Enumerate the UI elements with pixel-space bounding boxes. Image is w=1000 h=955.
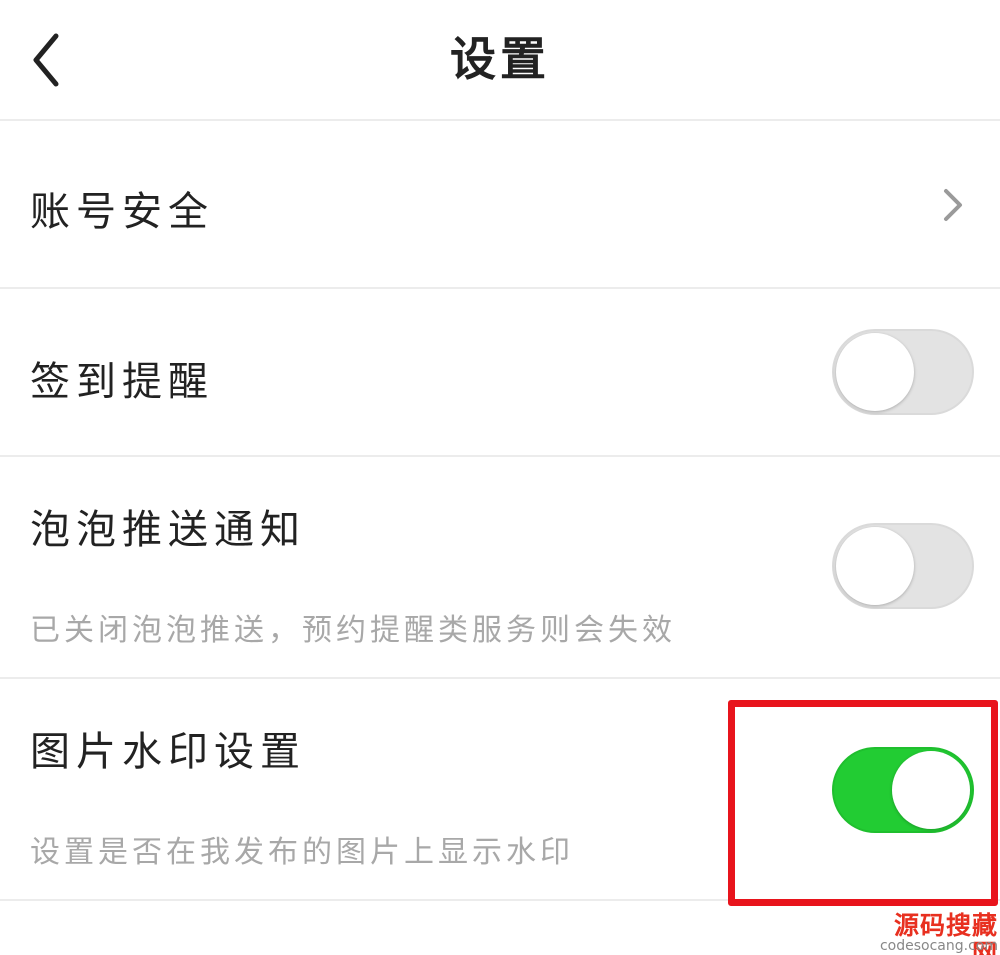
bubble-push-description: 已关闭泡泡推送，预约提醒类服务则会失效: [30, 613, 676, 648]
checkin-reminder-row: 签到提醒: [0, 289, 1000, 455]
page-title: 设置: [450, 32, 550, 86]
settings-screen: 设置 账号安全 签到提醒 泡泡推送通知 已关闭泡泡推送，预约提醒类服务则会失效 …: [0, 0, 1000, 955]
image-watermark-description: 设置是否在我发布的图片上显示水印: [30, 835, 574, 870]
highlight-box: [728, 700, 998, 906]
header-bar: 设置: [0, 0, 1000, 120]
checkin-reminder-toggle[interactable]: [832, 329, 974, 415]
bubble-push-toggle[interactable]: [832, 523, 974, 609]
checkin-reminder-label: 签到提醒: [30, 359, 214, 405]
chevron-right-icon: [944, 189, 962, 221]
watermark-domain: codesocang.com: [879, 938, 998, 954]
account-security-row[interactable]: 账号安全: [0, 121, 1000, 287]
bubble-push-row: 泡泡推送通知 已关闭泡泡推送，预约提醒类服务则会失效: [0, 457, 1000, 677]
toggle-knob: [836, 527, 914, 605]
bubble-push-label: 泡泡推送通知: [30, 507, 306, 553]
toggle-knob: [836, 333, 914, 411]
image-watermark-label: 图片水印设置: [30, 729, 306, 775]
account-security-label: 账号安全: [30, 189, 214, 235]
